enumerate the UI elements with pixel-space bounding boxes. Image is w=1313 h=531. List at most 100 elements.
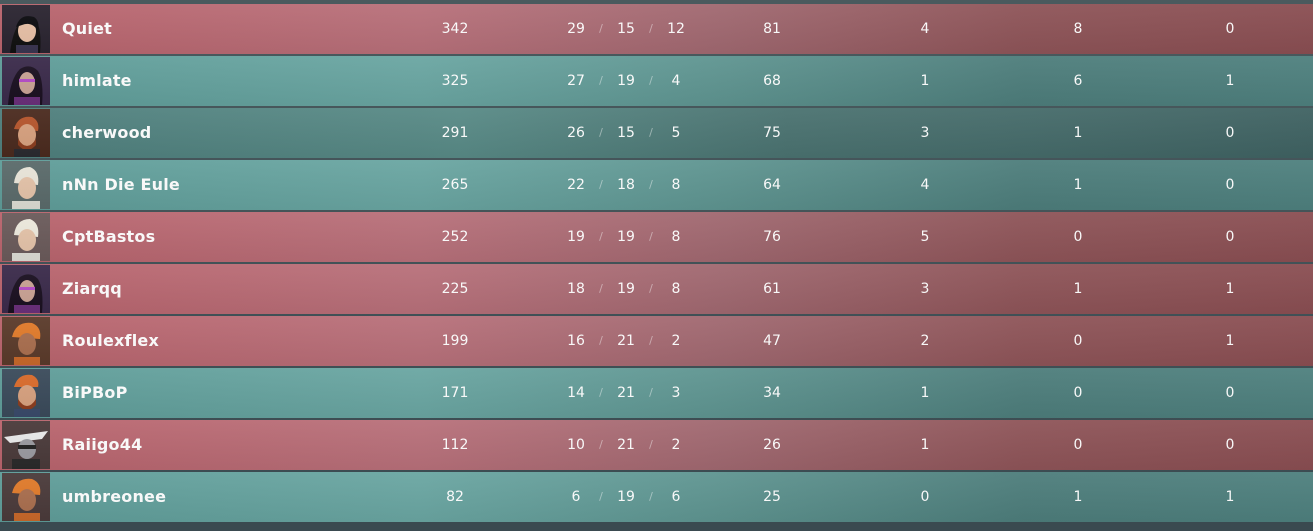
player-name: cherwood [62,123,152,142]
player-row[interactable]: umbreonee 82 6 / 19 / 6 25 0 1 1 [0,472,1313,522]
kills-value: 6 [571,489,581,505]
deaths-value: 19 [617,489,635,505]
plants-value: 8 [1073,21,1083,37]
kills-value: 29 [567,21,585,37]
kda-separator: / [599,126,603,139]
assists-value: 6 [671,489,681,505]
defuses-value: 1 [1225,333,1235,349]
plants-value: 6 [1073,73,1083,89]
player-name: umbreonee [62,487,167,506]
assists-value: 8 [671,281,681,297]
kda-separator: / [649,334,653,347]
deaths-value: 15 [617,125,635,141]
agent-portrait-icon [2,369,50,417]
econ-rating-value: 61 [763,281,781,297]
kda-separator: / [649,178,653,191]
plants-value: 0 [1073,385,1083,401]
deaths-value: 18 [617,177,635,193]
assists-value: 12 [667,21,685,37]
agent-portrait-icon [2,421,50,469]
player-row[interactable]: Ziarqq 225 18 / 19 / 8 61 3 1 1 [0,264,1313,314]
kills-value: 26 [567,125,585,141]
plants-value: 0 [1073,333,1083,349]
first-bloods-value: 2 [920,333,930,349]
first-bloods-value: 0 [920,489,930,505]
kda-separator: / [599,334,603,347]
kda-separator: / [599,386,603,399]
kills-value: 22 [567,177,585,193]
plants-value: 0 [1073,229,1083,245]
player-name: Raiigo44 [62,435,143,454]
player-row[interactable]: CptBastos 252 19 / 19 / 8 76 5 0 0 [0,212,1313,262]
deaths-value: 19 [617,281,635,297]
plants-value: 1 [1073,489,1083,505]
econ-rating-value: 68 [763,73,781,89]
scoreboard: Quiet 342 29 / 15 / 12 81 4 8 0 himlate … [0,0,1313,531]
player-name: Roulexflex [62,331,159,350]
assists-value: 5 [671,125,681,141]
first-bloods-value: 1 [920,437,930,453]
plants-value: 1 [1073,281,1083,297]
first-bloods-value: 4 [920,177,930,193]
econ-rating-value: 25 [763,489,781,505]
acs-value: 199 [441,333,469,349]
econ-rating-value: 75 [763,125,781,141]
agent-portrait-icon [2,5,50,53]
first-bloods-value: 4 [920,21,930,37]
kills-value: 14 [567,385,585,401]
player-name: CptBastos [62,227,156,246]
defuses-value: 0 [1225,437,1235,453]
kda-separator: / [649,22,653,35]
assists-value: 2 [671,333,681,349]
first-bloods-value: 5 [920,229,930,245]
econ-rating-value: 64 [763,177,781,193]
kda-separator: / [649,490,653,503]
player-name: nNn Die Eule [62,175,180,194]
defuses-value: 0 [1225,229,1235,245]
player-row[interactable]: BiPBoP 171 14 / 21 / 3 34 1 0 0 [0,368,1313,418]
econ-rating-value: 34 [763,385,781,401]
player-name: himlate [62,71,132,90]
assists-value: 8 [671,229,681,245]
plants-value: 1 [1073,177,1083,193]
agent-portrait-icon [2,57,50,105]
deaths-value: 21 [617,333,635,349]
player-row[interactable]: Raiigo44 112 10 / 21 / 2 26 1 0 0 [0,420,1313,470]
kills-value: 19 [567,229,585,245]
player-row[interactable]: Roulexflex 199 16 / 21 / 2 47 2 0 1 [0,316,1313,366]
acs-value: 325 [441,73,469,89]
first-bloods-value: 1 [920,385,930,401]
agent-portrait-icon [2,473,50,521]
player-name: Quiet [62,19,112,38]
assists-value: 2 [671,437,681,453]
kda-separator: / [649,74,653,87]
defuses-value: 1 [1225,73,1235,89]
deaths-value: 21 [617,385,635,401]
defuses-value: 0 [1225,385,1235,401]
player-row[interactable]: nNn Die Eule 265 22 / 18 / 8 64 4 1 0 [0,160,1313,210]
player-row[interactable]: himlate 325 27 / 19 / 4 68 1 6 1 [0,56,1313,106]
player-name: BiPBoP [62,383,128,402]
kda-separator: / [649,282,653,295]
acs-value: 291 [441,125,469,141]
plants-value: 0 [1073,437,1083,453]
assists-value: 4 [671,73,681,89]
player-row[interactable]: Quiet 342 29 / 15 / 12 81 4 8 0 [0,4,1313,54]
agent-portrait-icon [2,317,50,365]
plants-value: 1 [1073,125,1083,141]
kda-separator: / [599,282,603,295]
deaths-value: 19 [617,229,635,245]
player-row[interactable]: cherwood 291 26 / 15 / 5 75 3 1 0 [0,108,1313,158]
acs-value: 225 [441,281,469,297]
kda-separator: / [649,386,653,399]
econ-rating-value: 76 [763,229,781,245]
first-bloods-value: 3 [920,125,930,141]
acs-value: 171 [441,385,469,401]
defuses-value: 0 [1225,125,1235,141]
acs-value: 82 [446,489,464,505]
kills-value: 27 [567,73,585,89]
econ-rating-value: 26 [763,437,781,453]
acs-value: 252 [441,229,469,245]
acs-value: 265 [441,177,469,193]
kda-separator: / [599,22,603,35]
